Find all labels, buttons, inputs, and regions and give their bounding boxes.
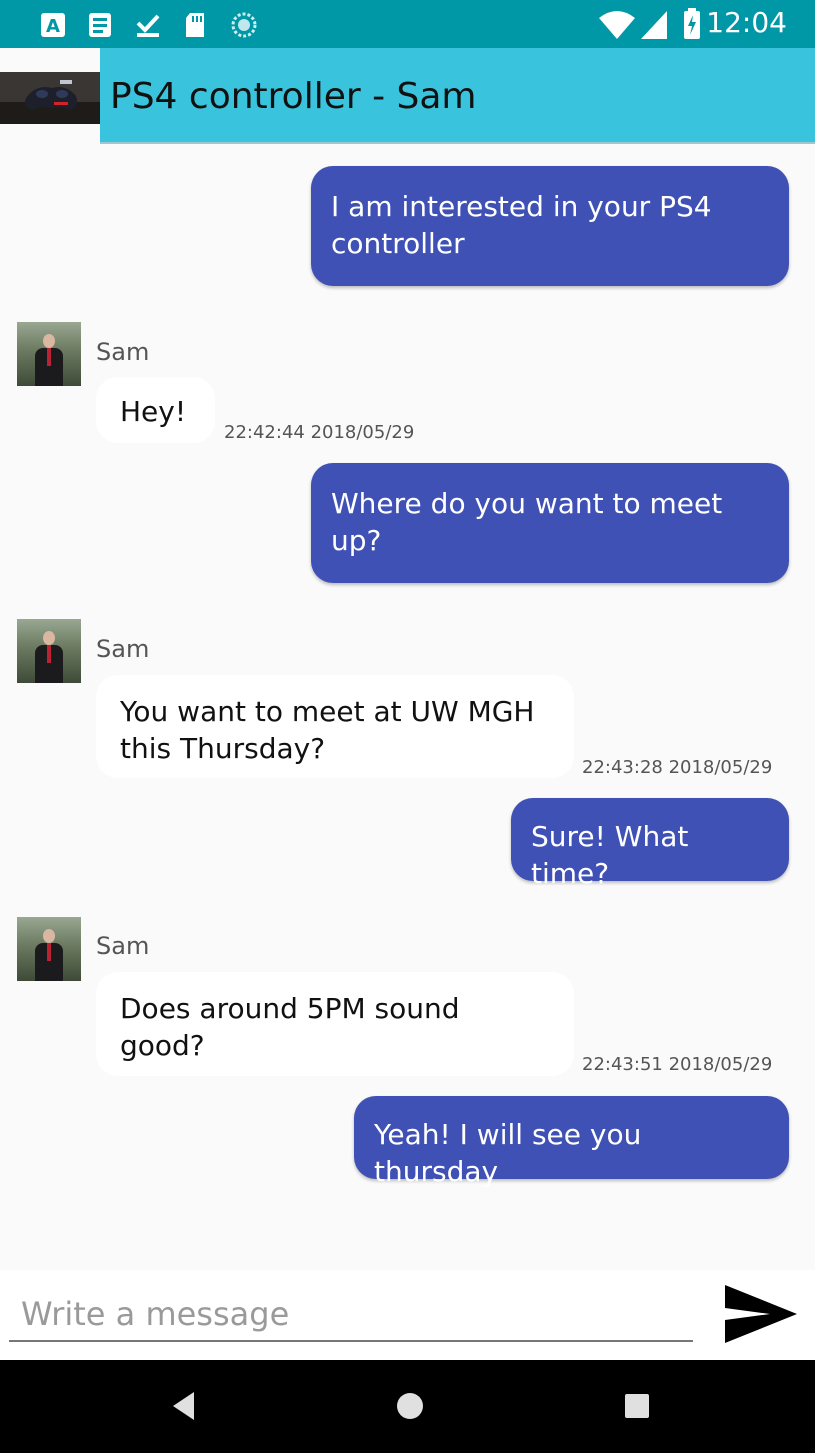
sender-name: Sam bbox=[96, 338, 150, 366]
a-box-icon: A bbox=[41, 13, 65, 37]
navigation-bar bbox=[0, 1360, 815, 1453]
outgoing-message[interactable]: Where do you want to meet up? bbox=[311, 463, 789, 583]
page-title: PS4 controller - Sam bbox=[110, 76, 477, 117]
message-timestamp: 22:43:51 2018/05/29 bbox=[582, 1054, 773, 1075]
outgoing-message[interactable]: Sure! What time? bbox=[511, 798, 789, 890]
back-icon[interactable] bbox=[170, 1388, 196, 1424]
ps4-controller-image bbox=[0, 72, 100, 124]
checkmark-download-icon bbox=[136, 14, 160, 37]
notes-icon bbox=[89, 13, 111, 37]
avatar[interactable] bbox=[17, 619, 81, 683]
message-timestamp: 22:42:44 2018/05/29 bbox=[224, 422, 415, 443]
avatar[interactable] bbox=[17, 917, 81, 981]
battery-charging-icon bbox=[684, 8, 700, 39]
avatar[interactable] bbox=[17, 322, 81, 386]
incoming-message[interactable]: You want to meet at UW MGH this Thursday… bbox=[96, 675, 574, 778]
outgoing-message[interactable]: I am interested in your PS4 controller bbox=[311, 166, 789, 286]
sender-name: Sam bbox=[96, 635, 150, 663]
signal-icon bbox=[641, 11, 667, 39]
home-icon[interactable] bbox=[394, 1388, 426, 1424]
outgoing-message[interactable]: Yeah! I will see you thursday bbox=[354, 1096, 789, 1188]
clock: 12:04 bbox=[706, 6, 787, 39]
composer bbox=[0, 1270, 815, 1360]
message-timestamp: 22:43:28 2018/05/29 bbox=[582, 757, 773, 778]
send-icon[interactable] bbox=[724, 1284, 798, 1344]
sync-circle-icon bbox=[231, 12, 257, 38]
status-bar: A 12:04 bbox=[0, 0, 815, 48]
wifi-icon bbox=[599, 11, 635, 39]
sd-card-icon bbox=[186, 13, 204, 37]
incoming-message[interactable]: Does around 5PM sound good? bbox=[96, 972, 574, 1076]
svg-text:A: A bbox=[46, 16, 60, 37]
sender-name: Sam bbox=[96, 932, 150, 960]
recents-icon[interactable] bbox=[623, 1388, 651, 1424]
message-input[interactable] bbox=[9, 1288, 693, 1342]
app-bar: PS4 controller - Sam bbox=[0, 48, 815, 146]
incoming-message[interactable]: Hey! bbox=[96, 377, 215, 443]
listing-thumbnail[interactable] bbox=[0, 72, 100, 124]
